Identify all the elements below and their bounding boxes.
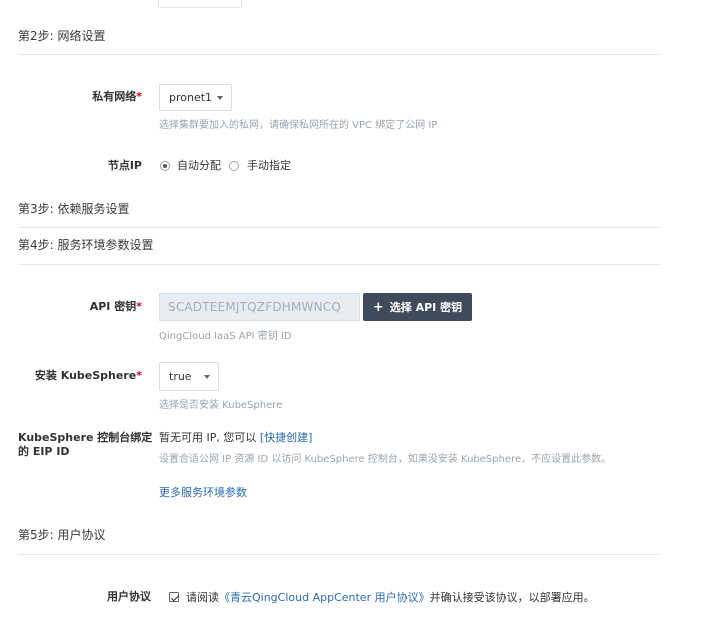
step5-divider (18, 554, 660, 555)
step3-divider (18, 227, 660, 228)
api-key-input[interactable]: SCADTEEMJTQZFDHMWNCQ (159, 293, 360, 321)
private-network-hint: 选择集群要加入的私网，请确保私网所在的 VPC 绑定了公网 IP (159, 120, 438, 131)
required-mark: * (136, 369, 142, 382)
quick-create-link[interactable]: [快捷创建] (260, 431, 313, 444)
install-kubesphere-select[interactable]: true (159, 362, 219, 391)
private-network-label-text: 私有网络 (92, 90, 137, 103)
install-kubesphere-hint: 选择是否安装 KubeSphere (159, 400, 283, 411)
node-ip-manual-label[interactable]: 手动指定 (247, 159, 291, 173)
node-ip-label: 节点IP (107, 159, 142, 172)
install-kubesphere-label: 安装 KubeSphere* (20, 369, 142, 383)
user-agreement-link[interactable]: 《青云QingCloud AppCenter 用户协议》 (219, 591, 430, 604)
eip-hint: 设置合适公网 IP 资源 ID 以访问 KubeSphere 控制台，如果没安装… (159, 454, 612, 465)
chevron-down-icon (204, 374, 210, 379)
eip-status-text: 暂无可用 IP, 您可以 (159, 431, 257, 444)
private-network-select[interactable]: pronet1 (159, 84, 232, 111)
api-key-label: API 密钥* (20, 300, 142, 314)
private-network-label: 私有网络* (20, 90, 142, 104)
chevron-down-icon (217, 95, 223, 100)
api-key-label-text: API 密钥 (89, 300, 137, 313)
step4-title: 第4步: 服务环境参数设置 (18, 238, 154, 252)
install-kubesphere-label-text: 安装 KubeSphere (34, 369, 137, 382)
eip-label: KubeSphere 控制台绑定 的 EIP ID (18, 431, 152, 459)
user-agreement-checkbox[interactable] (169, 592, 179, 602)
agreement-text-before: 请阅读 (186, 591, 219, 604)
agreement-text-after: 并确认接受该协议，以部署应用。 (429, 591, 595, 604)
user-agreement-label: 用户协议 (107, 590, 151, 603)
more-service-params-link[interactable]: 更多服务环境参数 (159, 486, 247, 500)
node-ip-manual-radio[interactable] (229, 161, 239, 171)
app-deploy-form: 第2步: 网络设置 私有网络* pronet1 选择集群要加入的私网，请确保私网… (0, 0, 720, 628)
eip-label-line1: KubeSphere 控制台绑定 (18, 431, 153, 444)
private-network-value: pronet1 (169, 91, 213, 104)
node-ip-auto-radio[interactable] (160, 161, 170, 171)
install-kubesphere-value: true (169, 370, 192, 383)
step4-divider (18, 264, 660, 265)
select-api-key-button-label: 选择 API 密钥 (389, 301, 463, 314)
api-key-hint: QingCloud IaaS API 密钥 ID (159, 331, 292, 342)
previous-field-stub (158, 0, 242, 8)
select-api-key-button[interactable]: + 选择 API 密钥 (363, 293, 472, 321)
node-ip-auto-label[interactable]: 自动分配 (177, 159, 221, 173)
eip-label-line2: 的 EIP ID (18, 445, 70, 458)
required-mark: * (136, 300, 142, 313)
eip-status: 暂无可用 IP, 您可以 [快捷创建] (159, 431, 312, 445)
step5-title: 第5步: 用户协议 (18, 528, 106, 542)
step2-title: 第2步: 网络设置 (18, 29, 106, 43)
step2-divider (18, 54, 660, 55)
step3-title: 第3步: 依赖服务设置 (18, 202, 130, 216)
user-agreement-text: 请阅读《青云QingCloud AppCenter 用户协议》并确认接受该协议，… (186, 591, 595, 605)
plus-icon: + (372, 299, 384, 315)
required-mark: * (136, 90, 142, 103)
